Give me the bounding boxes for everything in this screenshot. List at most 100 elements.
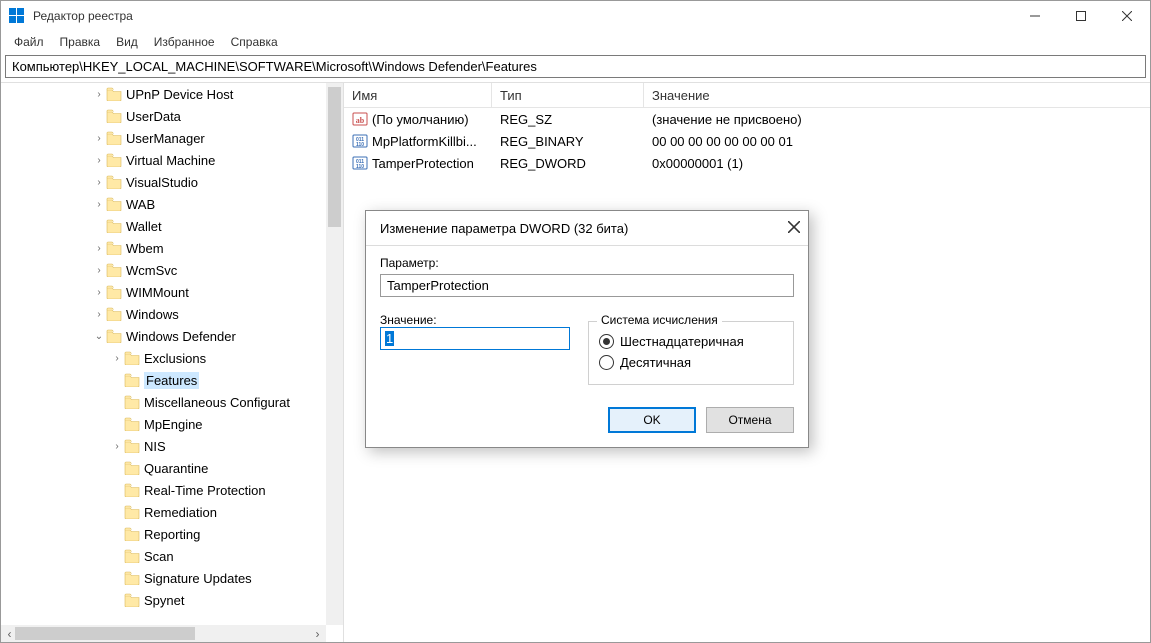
tree-node[interactable]: Reporting — [1, 523, 326, 545]
value-name: MpPlatformKillbi... — [372, 134, 477, 149]
folder-icon — [124, 527, 140, 541]
radio-hex[interactable] — [599, 334, 614, 349]
tree-node[interactable]: Miscellaneous Configurat — [1, 391, 326, 413]
menu-favorites[interactable]: Избранное — [147, 33, 222, 51]
tree-node[interactable]: ⌄ Windows Defender — [1, 325, 326, 347]
tree-node[interactable]: ›Exclusions — [1, 347, 326, 369]
cancel-button[interactable]: Отмена — [706, 407, 794, 433]
column-value[interactable]: Значение — [644, 83, 1150, 107]
tree-node-label: UserManager — [126, 131, 205, 146]
tree-vertical-scroll-thumb[interactable] — [328, 87, 341, 227]
radio-dec-row[interactable]: Десятичная — [599, 355, 783, 370]
tree-node[interactable]: UserData — [1, 105, 326, 127]
menubar: Файл Правка Вид Избранное Справка — [1, 31, 1150, 55]
radio-dec-label: Десятичная — [620, 355, 691, 370]
tree-node-label: Remediation — [144, 505, 217, 520]
tree-node-label: Quarantine — [144, 461, 208, 476]
values-header: Имя Тип Значение — [344, 83, 1150, 108]
tree-caret-icon[interactable]: › — [92, 89, 106, 100]
tree-node-label: Windows — [126, 307, 179, 322]
tree-caret-icon[interactable]: › — [92, 265, 106, 276]
dialog-close-button[interactable] — [788, 221, 800, 236]
tree-node[interactable]: ›UPnP Device Host — [1, 83, 326, 105]
folder-icon — [106, 241, 122, 255]
tree-node[interactable]: ›WAB — [1, 193, 326, 215]
value-label: Значение: — [380, 313, 570, 327]
tree-node-label: WIMMount — [126, 285, 189, 300]
tree-node[interactable]: ›Wbem — [1, 237, 326, 259]
tree-caret-icon[interactable]: › — [92, 243, 106, 254]
minimize-button[interactable] — [1012, 1, 1058, 31]
tree-node-label: VisualStudio — [126, 175, 198, 190]
tree-node[interactable]: Scan — [1, 545, 326, 567]
tree-node-label: Spynet — [144, 593, 184, 608]
scroll-right-arrow-icon[interactable]: › — [309, 625, 326, 642]
tree-node[interactable]: Features — [1, 369, 326, 391]
tree-caret-icon[interactable]: › — [110, 353, 124, 364]
folder-icon — [124, 571, 140, 585]
titlebar: Редактор реестра — [1, 1, 1150, 31]
column-name[interactable]: Имя — [344, 83, 492, 107]
close-button[interactable] — [1104, 1, 1150, 31]
tree-caret-icon[interactable]: › — [92, 287, 106, 298]
tree-node[interactable]: Signature Updates — [1, 567, 326, 589]
tree-node[interactable]: › NIS — [1, 435, 326, 457]
tree-node[interactable]: Quarantine — [1, 457, 326, 479]
tree-node-label: Scan — [144, 549, 174, 564]
tree-caret-icon[interactable]: › — [110, 441, 124, 452]
window-controls — [1012, 1, 1150, 31]
menu-edit[interactable]: Правка — [53, 33, 108, 51]
folder-icon — [124, 505, 140, 519]
folder-icon — [106, 175, 122, 189]
tree-node[interactable]: Remediation — [1, 501, 326, 523]
menu-help[interactable]: Справка — [224, 33, 285, 51]
folder-icon — [124, 351, 140, 365]
value-row[interactable]: ab(По умолчанию)REG_SZ(значение не присв… — [344, 108, 1150, 130]
menu-file[interactable]: Файл — [7, 33, 51, 51]
tree-vertical-scrollbar[interactable] — [326, 83, 343, 625]
folder-icon — [124, 373, 140, 387]
tree-node-label: MpEngine — [144, 417, 203, 432]
radio-dec[interactable] — [599, 355, 614, 370]
tree-node[interactable]: MpEngine — [1, 413, 326, 435]
tree-horizontal-scrollbar[interactable]: ‹ › — [1, 625, 326, 642]
folder-icon — [106, 307, 122, 321]
column-type[interactable]: Тип — [492, 83, 644, 107]
value-input[interactable]: 1 — [380, 327, 570, 350]
tree-node[interactable]: ›Virtual Machine — [1, 149, 326, 171]
tree-node[interactable]: ›WcmSvc — [1, 259, 326, 281]
tree-node[interactable]: › UserManager — [1, 127, 326, 149]
radio-hex-row[interactable]: Шестнадцатеричная — [599, 334, 783, 349]
tree-node-label: Windows Defender — [126, 329, 236, 344]
tree-node[interactable]: › Windows — [1, 303, 326, 325]
tree-caret-icon[interactable]: › — [92, 309, 106, 320]
address-bar[interactable]: Компьютер\HKEY_LOCAL_MACHINE\SOFTWARE\Mi… — [5, 55, 1146, 78]
param-label: Параметр: — [380, 256, 794, 270]
ok-button[interactable]: OK — [608, 407, 696, 433]
tree-node[interactable]: › WIMMount — [1, 281, 326, 303]
tree-node[interactable]: Real-Time Protection — [1, 479, 326, 501]
svg-text:ab: ab — [356, 116, 365, 125]
tree-node[interactable]: › VisualStudio — [1, 171, 326, 193]
value-row[interactable]: 011110MpPlatformKillbi...REG_BINARY00 00… — [344, 130, 1150, 152]
tree-node[interactable]: Spynet — [1, 589, 326, 611]
tree-caret-icon[interactable]: › — [92, 133, 106, 144]
value-type: REG_DWORD — [492, 156, 644, 171]
tree-node-label: UserData — [126, 109, 181, 124]
value-data: 0x00000001 (1) — [644, 156, 1150, 171]
tree-node-label: Features — [144, 372, 199, 389]
tree-node[interactable]: Wallet — [1, 215, 326, 237]
folder-icon — [124, 395, 140, 409]
tree-node-label: NIS — [144, 439, 166, 454]
menu-view[interactable]: Вид — [109, 33, 145, 51]
tree-caret-icon[interactable]: › — [92, 199, 106, 210]
value-row[interactable]: 011110TamperProtectionREG_DWORD0x0000000… — [344, 152, 1150, 174]
registry-tree[interactable]: ›UPnP Device HostUserData›UserManager›Vi… — [1, 83, 326, 625]
tree-node-label: Reporting — [144, 527, 200, 542]
values-list[interactable]: ab(По умолчанию)REG_SZ(значение не присв… — [344, 108, 1150, 174]
maximize-button[interactable] — [1058, 1, 1104, 31]
tree-caret-icon[interactable]: › — [92, 177, 106, 188]
tree-caret-icon[interactable]: ⌄ — [92, 331, 106, 342]
tree-caret-icon[interactable]: › — [92, 155, 106, 166]
tree-horizontal-scroll-thumb[interactable] — [15, 627, 195, 640]
